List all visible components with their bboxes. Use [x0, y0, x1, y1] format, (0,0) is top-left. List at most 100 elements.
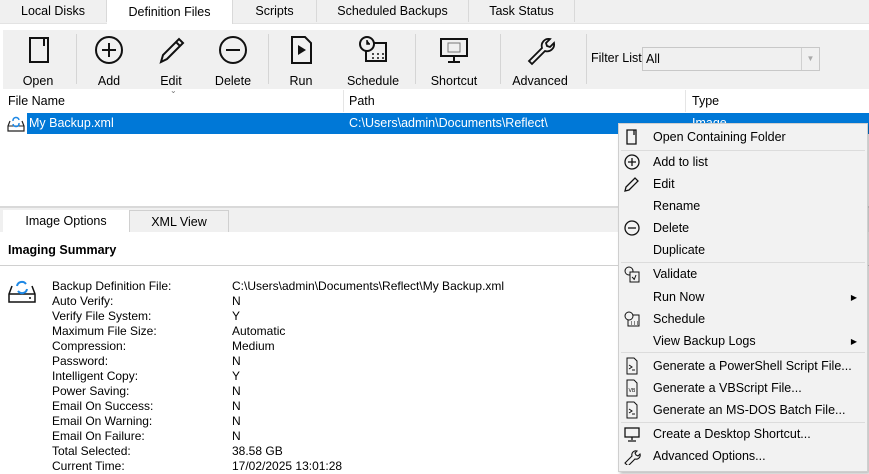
- menu-item-schedule[interactable]: Schedule: [619, 308, 867, 330]
- validate-icon: [624, 266, 640, 283]
- menu-item-label: Open Containing Folder: [653, 130, 786, 144]
- menu-item-view-backup-logs[interactable]: View Backup Logs ▶: [619, 330, 867, 352]
- minus-circle-icon: [219, 36, 247, 64]
- batch-icon: [626, 401, 638, 419]
- column-type[interactable]: Type: [692, 90, 719, 112]
- tab-scripts[interactable]: Scripts: [233, 0, 317, 22]
- filter-list-select[interactable]: All ▼: [642, 47, 820, 71]
- summary-value: 38.58 GB: [232, 444, 283, 458]
- path-cell: C:\Users\admin\Documents\Reflect\: [349, 116, 548, 130]
- vbscript-icon: VB: [626, 379, 638, 397]
- tab-image-options[interactable]: Image Options: [3, 210, 130, 232]
- schedule-label: Schedule: [346, 74, 400, 88]
- add-icon: [624, 154, 640, 170]
- powershell-icon: [626, 357, 638, 375]
- open-label: Open: [22, 74, 54, 88]
- summary-label: Intelligent Copy:: [52, 369, 139, 383]
- wrench-icon: [624, 450, 641, 465]
- summary-value: N: [232, 414, 241, 428]
- summary-row: Email On Warning: N: [52, 414, 241, 429]
- add-button[interactable]: Add: [77, 30, 141, 89]
- shortcut-button[interactable]: Shortcut: [422, 30, 486, 89]
- folder-icon: [626, 129, 637, 145]
- tab-xml-view[interactable]: XML View: [130, 210, 229, 232]
- menu-item-label: Edit: [653, 177, 675, 191]
- menu-item-generate-an-ms-dos-batch-file[interactable]: Generate an MS-DOS Batch File...: [619, 399, 867, 421]
- summary-label: Verify File System:: [52, 309, 152, 323]
- summary-label: Maximum File Size:: [52, 324, 157, 338]
- advanced-label: Advanced: [512, 74, 568, 88]
- menu-item-edit[interactable]: Edit: [619, 173, 867, 195]
- shortcut-label: Shortcut: [430, 74, 478, 88]
- summary-value: 17/02/2025 13:01:28: [232, 459, 343, 473]
- open-button[interactable]: Open: [6, 30, 70, 89]
- menu-item-generate-a-vbscript-file[interactable]: VB Generate a VBScript File...: [619, 377, 867, 399]
- file-name-cell: My Backup.xml: [29, 116, 114, 130]
- menu-item-add-to-list[interactable]: Add to list: [619, 151, 867, 173]
- pencil-icon: [159, 37, 185, 64]
- summary-row: Total Selected: 38.58 GB: [52, 444, 283, 459]
- run-icon: [291, 36, 312, 64]
- dropdown-arrow-icon[interactable]: ▼: [801, 48, 819, 70]
- summary-value: N: [232, 354, 241, 368]
- column-path[interactable]: Path: [349, 90, 375, 112]
- svg-text:VB: VB: [629, 388, 636, 394]
- menu-item-run-now[interactable]: Run Now ▶: [619, 286, 867, 308]
- column-file-name[interactable]: File Name: [8, 90, 65, 112]
- summary-label: Auto Verify:: [52, 294, 114, 308]
- menu-item-label: Advanced Options...: [653, 449, 766, 463]
- menu-item-rename[interactable]: Rename: [619, 195, 867, 217]
- summary-label: Current Time:: [52, 459, 125, 473]
- advanced-button[interactable]: Advanced: [508, 30, 572, 89]
- menu-item-duplicate[interactable]: Duplicate: [619, 239, 867, 261]
- summary-label: Backup Definition File:: [52, 279, 172, 293]
- summary-label: Compression:: [52, 339, 127, 353]
- filter-list-label: Filter List: [591, 51, 642, 65]
- delete-button[interactable]: Delete: [201, 30, 265, 89]
- run-button[interactable]: Run: [269, 30, 333, 89]
- menu-item-delete[interactable]: Delete: [619, 217, 867, 239]
- summary-value: N: [232, 399, 241, 413]
- minus-circle-icon: [624, 220, 640, 236]
- menu-item-label: Duplicate: [653, 243, 706, 257]
- backup-drive-icon: [8, 278, 36, 304]
- calendar-clock-icon: [624, 311, 640, 327]
- backup-file-icon: [7, 115, 25, 132]
- menu-item-label: Create a Desktop Shortcut...: [653, 427, 811, 441]
- summary-row: Auto Verify: N: [52, 294, 241, 309]
- tab-scheduled-backups[interactable]: Scheduled Backups: [317, 0, 469, 22]
- menu-item-create-a-desktop-shortcut[interactable]: Create a Desktop Shortcut...: [619, 423, 867, 445]
- menu-item-generate-a-powershell-script-file[interactable]: Generate a PowerShell Script File...: [619, 355, 867, 377]
- tab-task-status[interactable]: Task Status: [469, 0, 575, 22]
- summary-label: Power Saving:: [52, 384, 130, 398]
- summary-value: Y: [232, 309, 241, 323]
- pencil-icon: [624, 177, 639, 192]
- edit-button[interactable]: Edit: [139, 30, 203, 89]
- menu-item-label: Generate a PowerShell Script File...: [653, 359, 852, 373]
- summary-row: Maximum File Size: Automatic: [52, 324, 285, 339]
- menu-item-advanced-options[interactable]: Advanced Options...: [619, 445, 867, 467]
- tab-definition-files[interactable]: Definition Files: [107, 0, 233, 24]
- summary-label: Total Selected:: [52, 444, 131, 458]
- menu-item-label: Add to list: [653, 155, 708, 169]
- summary-value: N: [232, 429, 241, 443]
- tab-local-disks[interactable]: Local Disks: [0, 0, 107, 22]
- context-menu: Open Containing Folder Add to list Edit Ren…: [618, 123, 868, 472]
- summary-value: N: [232, 384, 241, 398]
- summary-label: Email On Failure:: [52, 429, 145, 443]
- summary-value: Y: [232, 369, 241, 383]
- summary-value: Automatic: [232, 324, 286, 338]
- summary-value: Medium: [232, 339, 275, 353]
- summary-row: Email On Success: N: [52, 399, 241, 414]
- chevron-down-icon[interactable]: ⌄: [170, 86, 177, 95]
- menu-item-open-containing-folder[interactable]: Open Containing Folder: [619, 126, 867, 148]
- summary-label: Email On Warning:: [52, 414, 153, 428]
- menu-item-validate[interactable]: Validate: [619, 263, 867, 285]
- monitor-icon: [440, 38, 468, 63]
- summary-row: Power Saving: N: [52, 384, 241, 399]
- schedule-button[interactable]: Schedule: [341, 30, 405, 89]
- summary-value: N: [232, 294, 241, 308]
- menu-item-label: Generate an MS-DOS Batch File...: [653, 403, 846, 417]
- menu-item-label: Validate: [653, 267, 698, 281]
- menu-item-label: Schedule: [653, 312, 706, 326]
